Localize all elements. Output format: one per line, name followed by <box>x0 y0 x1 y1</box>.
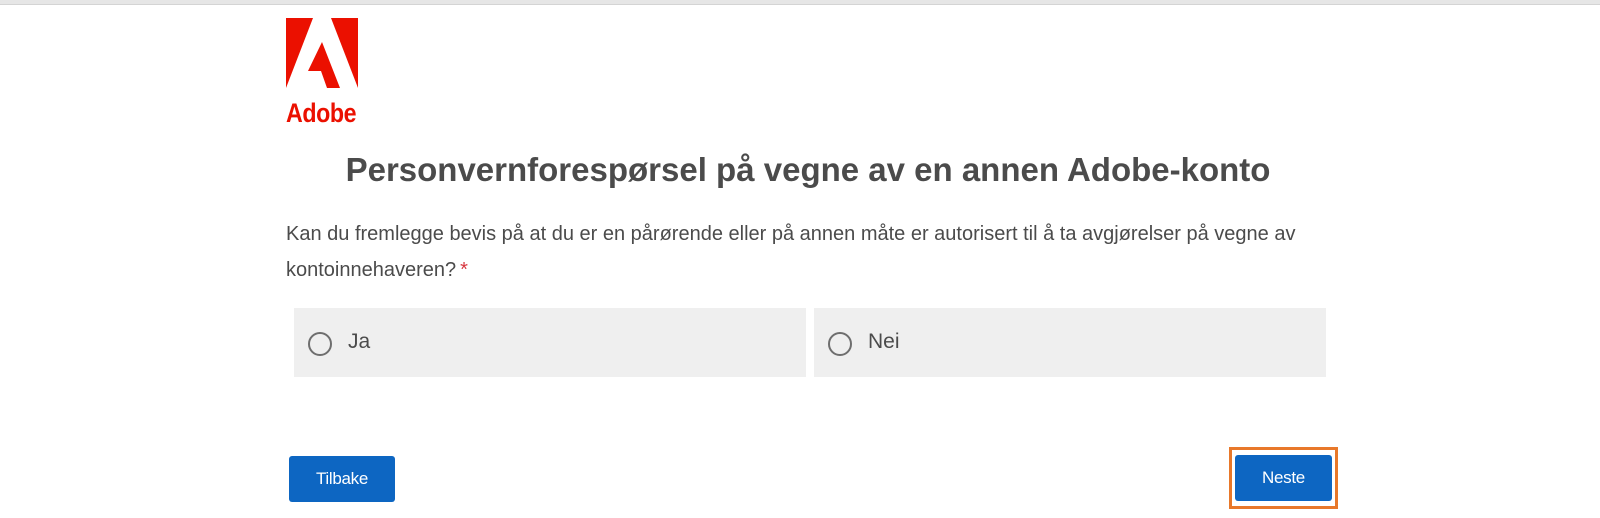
adobe-logo: Adobe <box>286 18 358 128</box>
page-title: Personvernforespørsel på vegne av en ann… <box>345 151 1271 188</box>
required-marker: * <box>460 259 468 281</box>
back-button[interactable]: Tilbake <box>289 456 395 502</box>
next-button[interactable]: Neste <box>1235 455 1332 501</box>
option-ja[interactable]: Ja <box>294 308 806 377</box>
browser-top-bar <box>0 0 1600 5</box>
radio-group: Ja Nei <box>294 308 1330 377</box>
adobe-logo-icon <box>286 18 358 88</box>
radio-circle-icon[interactable] <box>308 332 332 356</box>
option-label: Nei <box>868 330 900 353</box>
question-label: Kan du fremlegge bevis på at du er en på… <box>286 223 1296 281</box>
option-label: Ja <box>348 330 371 353</box>
adobe-wordmark: Adobe <box>286 98 357 128</box>
option-nei[interactable]: Nei <box>814 308 1326 377</box>
question-text: Kan du fremlegge bevis på at du er en på… <box>286 216 1330 288</box>
radio-circle-icon[interactable] <box>828 332 852 356</box>
